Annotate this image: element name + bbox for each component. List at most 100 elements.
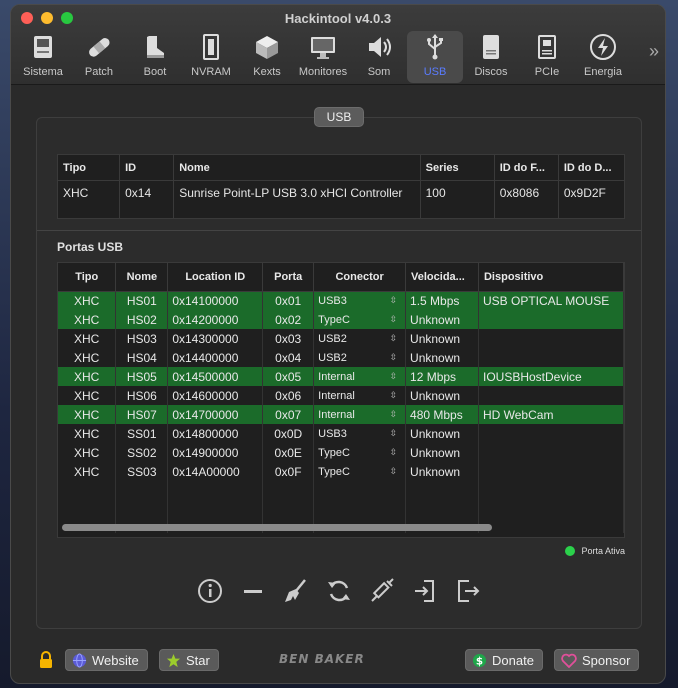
table-cell[interactable]: Internal ⇳ [313,367,407,386]
connector-value: USB3 [318,427,347,440]
table-row[interactable]: XHC HS04 0x14400000 0x04 USB2 ⇳ Unknown [58,348,624,367]
tab-label: Patch [84,66,114,78]
ports-table-container[interactable]: Tipo Nome Location ID Porta Conector Vel… [57,262,625,538]
star-button[interactable]: Star [159,649,219,671]
connector-select[interactable]: TypeC ⇳ [318,313,404,326]
table-cell: 0x06 [262,386,315,405]
website-button[interactable]: Website [65,649,148,671]
donate-button[interactable]: $ Donate [465,649,543,671]
column-header[interactable]: ID do F... [494,154,559,181]
table-row[interactable]: XHC HS06 0x14600000 0x06 Internal ⇳ Unknown [58,386,624,405]
column-header[interactable]: Nome [173,154,421,181]
tab-label: Energia [584,66,622,78]
table-cell: HS07 [115,405,169,424]
table-cell[interactable]: TypeC ⇳ [313,310,407,329]
column-header[interactable]: Series [420,154,495,181]
horizontal-scrollbar[interactable] [62,524,492,531]
updown-chevron-icon: ⇳ [389,370,398,381]
lock-icon[interactable] [39,651,53,669]
tab-energia[interactable]: Energia [575,31,631,83]
info-button[interactable] [197,578,223,604]
column-header[interactable]: Velocida... [405,263,479,292]
sponsor-button[interactable]: Sponsor [554,649,640,671]
table-cell: HD WebCam [478,405,624,424]
inject-button[interactable] [369,578,395,604]
table-cell: Unknown [405,310,479,329]
connector-select[interactable]: Internal ⇳ [318,409,404,421]
connector-select[interactable]: USB2 ⇳ [318,352,404,364]
usb-group-title: USB [314,107,364,127]
tab-label: Kexts [253,66,281,78]
info-icon [198,579,222,603]
column-header[interactable]: Porta [262,263,315,292]
table-row[interactable]: XHC HS02 0x14200000 0x02 TypeC ⇳ Unknown [58,310,624,329]
tab-patch[interactable]: Patch [71,31,127,83]
table-row[interactable]: XHC HS07 0x14700000 0x07 Internal ⇳ 480 Mbps HD… [58,405,624,424]
ports-table-header: Tipo Nome Location ID Porta Conector Vel… [58,263,624,292]
ben-baker-logo: BEN BAKER [279,652,365,666]
tab-label: Monitores [298,66,348,78]
refresh-button[interactable] [326,578,352,604]
column-header[interactable]: Tipo [57,154,121,181]
column-header[interactable]: ID [119,154,175,181]
updown-chevron-icon: ⇳ [389,427,398,438]
tab-boot[interactable]: Boot [127,31,183,83]
tab-label: Boot [143,66,167,78]
export-icon [458,580,480,602]
table-cell: HS04 [115,348,169,367]
table-cell[interactable]: USB3 ⇳ [313,291,407,310]
connector-select[interactable]: USB3 ⇳ [318,427,404,440]
column-header[interactable]: Tipo [58,263,117,292]
column-header[interactable]: Conector [313,263,407,292]
table-cell[interactable]: USB2 ⇳ [313,348,407,367]
column-header[interactable]: Dispositivo [478,263,624,292]
tab-pcie[interactable]: PCIe [519,31,575,83]
updown-chevron-icon: ⇳ [389,313,398,324]
tab-nvram[interactable]: NVRAM [183,31,239,83]
tab-kexts[interactable]: Kexts [239,31,295,83]
table-cell: 0x0F [262,462,315,481]
connector-select[interactable]: Internal ⇳ [318,389,404,402]
boot-icon [147,36,164,58]
connector-value: Internal [318,370,355,383]
table-row[interactable]: XHC SS01 0x14800000 0x0D USB3 ⇳ Unknown [58,424,624,443]
tab-monitores[interactable]: Monitores [295,31,351,83]
table-row[interactable]: XHC SS03 0x14A00000 0x0F TypeC ⇳ Unknown [58,462,624,481]
connector-select[interactable]: USB3 ⇳ [318,295,404,307]
table-cell[interactable]: USB3 ⇳ [313,424,407,443]
clean-button[interactable] [283,578,309,604]
table-cell: HS06 [115,386,169,405]
controller-table[interactable]: Tipo ID Nome Series ID do F... ID do D..… [57,154,626,219]
toolbar-overflow-button[interactable]: » [649,41,659,62]
connector-select[interactable]: USB2 ⇳ [318,333,404,345]
svg-text:$: $ [476,655,483,667]
import-button[interactable] [412,578,438,604]
ports-table[interactable]: Tipo Nome Location ID Porta Conector Vel… [58,263,624,533]
connector-select[interactable]: TypeC ⇳ [318,466,404,478]
usb-group-box: Tipo ID Nome Series ID do F... ID do D..… [36,117,642,629]
table-row[interactable]: XHC HS03 0x14300000 0x03 USB2 ⇳ Unknown [58,329,624,348]
column-header[interactable]: ID do D... [558,154,626,181]
table-cell[interactable]: Internal ⇳ [313,386,407,405]
export-button[interactable] [455,578,481,604]
connector-select[interactable]: TypeC ⇳ [318,447,404,459]
column-header[interactable]: Nome [115,263,169,292]
remove-button[interactable] [240,578,266,604]
tab-sistema[interactable]: Sistema [15,31,71,83]
table-cell[interactable]: Internal ⇳ [313,405,407,424]
table-cell[interactable]: TypeC ⇳ [313,462,407,481]
table-cell[interactable]: TypeC ⇳ [313,443,407,462]
tab-som[interactable]: Som [351,31,407,83]
connector-select[interactable]: Internal ⇳ [318,370,404,383]
updown-chevron-icon: ⇳ [389,389,398,400]
table-row[interactable]: XHC 0x14 Sunrise Point-LP USB 3.0 xHCI C… [57,180,626,219]
table-row[interactable]: XHC SS02 0x14900000 0x0E TypeC ⇳ Unknown [58,443,624,462]
table-cell: Unknown [405,462,479,481]
tab-usb[interactable]: USB [407,31,463,83]
column-header[interactable]: Location ID [167,263,264,292]
table-row[interactable]: XHC HS01 0x14100000 0x01 USB3 ⇳ 1.5 Mbps USB OP… [58,291,624,310]
table-row[interactable]: XHC HS05 0x14500000 0x05 Internal ⇳ 12 Mbps IOU… [58,367,624,386]
table-cell[interactable]: USB2 ⇳ [313,329,407,348]
tab-discos[interactable]: Discos [463,31,519,83]
star-label: Star [186,652,210,668]
